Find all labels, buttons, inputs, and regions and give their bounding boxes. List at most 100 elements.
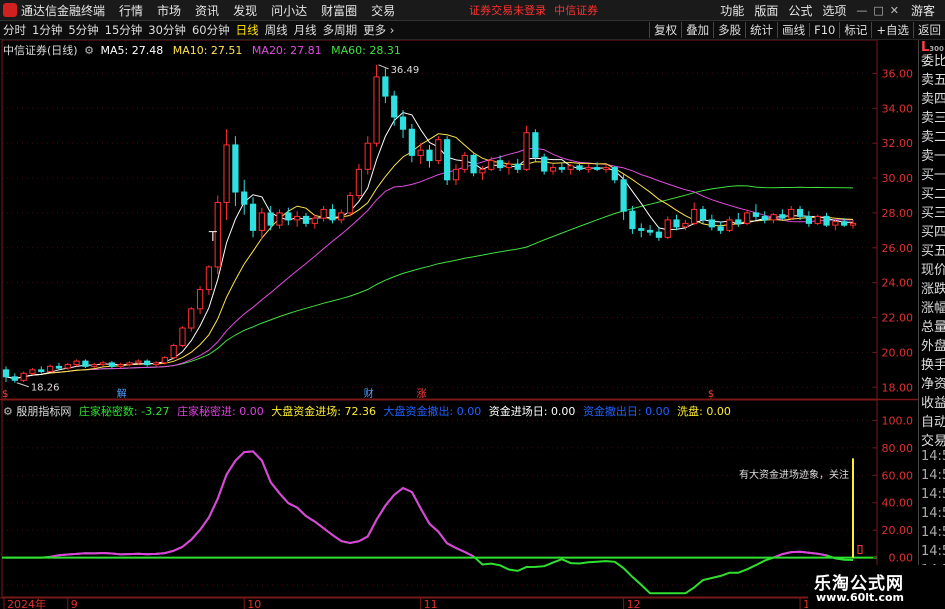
candle-body xyxy=(91,364,98,367)
low-pointer xyxy=(16,382,29,388)
menu-item-wealth[interactable]: 财富圈 xyxy=(321,2,357,19)
overlay-button[interactable]: 叠加 xyxy=(681,22,713,38)
candle-body xyxy=(417,149,424,156)
side-panel-label[interactable]: 自动 xyxy=(921,411,945,430)
candle-body xyxy=(496,160,504,169)
menu-item-ask[interactable]: 问小达 xyxy=(271,2,307,19)
side-panel-label[interactable]: 14:56 xyxy=(921,487,945,502)
side-panel-label[interactable]: 涨幅 xyxy=(921,297,945,316)
side-panel-label[interactable]: 买二 xyxy=(921,183,945,202)
side-panel-label[interactable]: 卖二 xyxy=(921,126,945,145)
candle-body xyxy=(664,219,671,238)
side-panel-label[interactable]: 现价 xyxy=(921,259,945,278)
candle-body xyxy=(523,132,530,170)
side-panel-label[interactable]: 14:56 xyxy=(921,525,945,540)
menu-bar: 通达信金融终端 行情 市场 资讯 发现 问小达 财富圈 交易 证券交易未登录 中… xyxy=(0,0,945,21)
y-tick-label: 20.00 xyxy=(882,346,914,359)
side-panel-label[interactable]: 涨跌 xyxy=(921,278,945,297)
add-watchlist-button[interactable]: +自选 xyxy=(871,22,913,38)
side-panel-label[interactable]: 14:56 xyxy=(921,468,945,483)
menu-item-discover[interactable]: 发现 xyxy=(233,2,257,19)
side-panel-label[interactable]: 卖一 xyxy=(921,145,945,164)
period-tab-daily[interactable]: 日线 xyxy=(236,22,259,38)
y-tick-label: 32.00 xyxy=(882,137,914,150)
stock-name[interactable]: 中信证券(日线) xyxy=(3,44,78,57)
app-logo-icon xyxy=(3,3,17,17)
candle-body xyxy=(408,128,415,156)
side-panel-label[interactable]: 换手 xyxy=(921,354,945,373)
candle-body xyxy=(691,208,698,224)
menu-item-layout[interactable]: 版面 xyxy=(754,2,778,19)
menu-item-trade[interactable]: 交易 xyxy=(371,2,395,19)
side-panel-label[interactable]: 收益 xyxy=(921,392,945,411)
candle-body xyxy=(285,212,292,221)
multi-stock-button[interactable]: 多股 xyxy=(713,22,745,38)
side-panel-label[interactable]: 14:56 xyxy=(921,506,945,521)
menu-item-quote[interactable]: 行情 xyxy=(119,2,143,19)
login-status[interactable]: 证券交易未登录 xyxy=(469,2,546,18)
period-tab-more[interactable]: 更多 › xyxy=(363,22,394,38)
window-controls: — □ ✕ xyxy=(856,4,899,17)
period-tab-weekly[interactable]: 周线 xyxy=(265,22,288,38)
candle-body xyxy=(461,154,468,170)
side-panel-label[interactable]: 买三 xyxy=(921,202,945,221)
candle-body xyxy=(805,215,813,224)
x-tick-label: 2024年 xyxy=(7,597,46,609)
close-icon[interactable]: ✕ xyxy=(890,4,899,17)
statistics-button[interactable]: 统计 xyxy=(745,22,777,38)
menu-item-market[interactable]: 市场 xyxy=(157,2,181,19)
candle-body xyxy=(426,149,433,162)
side-panel-label[interactable]: 14:56 xyxy=(921,544,945,559)
candle-body xyxy=(549,167,557,172)
side-panel-label[interactable]: 交易 xyxy=(921,430,945,449)
candle-body xyxy=(514,163,521,170)
side-panel-label[interactable]: 卖四 xyxy=(921,88,945,107)
candle-body xyxy=(682,222,689,228)
adjust-button[interactable]: 复权 xyxy=(649,22,681,38)
indicator-line-magenta xyxy=(49,450,827,559)
side-panel-label[interactable]: 外盘 xyxy=(921,335,945,354)
side-panel-label[interactable]: 卖五 xyxy=(921,69,945,88)
user-label[interactable]: 游客 xyxy=(911,2,935,19)
period-tab-monthly[interactable]: 月线 xyxy=(294,22,317,38)
menu-item-options[interactable]: 选项 xyxy=(822,2,846,19)
maximize-icon[interactable]: □ xyxy=(873,4,883,17)
candle-body xyxy=(329,208,336,221)
side-panel-label[interactable]: 总量 xyxy=(921,316,945,335)
y-tick-label: 40.00 xyxy=(882,497,914,510)
draw-line-button[interactable]: 画线 xyxy=(777,22,809,38)
candle-body xyxy=(355,168,363,196)
settings-icon[interactable]: ⚙ xyxy=(3,405,13,418)
side-panel-label[interactable]: 买一 xyxy=(921,164,945,183)
period-tab-5min[interactable]: 5分钟 xyxy=(68,22,98,38)
candle-body xyxy=(717,226,724,231)
period-tab-1min[interactable]: 1分钟 xyxy=(32,22,62,38)
minimize-icon[interactable]: — xyxy=(856,4,867,17)
indicator-name[interactable]: 殷朋指标网 xyxy=(16,405,71,418)
menu-item-formula[interactable]: 公式 xyxy=(788,2,812,19)
f10-button[interactable]: F10 xyxy=(809,23,839,37)
menu-item-function[interactable]: 功能 xyxy=(720,2,744,19)
settings-icon[interactable]: ⚙ xyxy=(84,44,94,57)
legend-item: 庄家秘密进: 0.00 xyxy=(177,405,264,418)
side-panel-label[interactable]: 卖三 xyxy=(921,107,945,126)
period-tab-intraday[interactable]: 分时 xyxy=(3,22,26,38)
menu-item-news[interactable]: 资讯 xyxy=(195,2,219,19)
period-tab-30min[interactable]: 30分钟 xyxy=(148,22,186,38)
candle-body xyxy=(64,364,71,369)
period-tab-60min[interactable]: 60分钟 xyxy=(192,22,230,38)
chart-area[interactable]: 有大资金进场迹象，关注 36.00 34.00 32.00 30.00 28.00 26.… xyxy=(0,40,918,609)
back-button[interactable]: 返回 xyxy=(913,22,945,38)
mark-button[interactable]: 标记 xyxy=(839,22,871,38)
period-tab-multi[interactable]: 多周期 xyxy=(323,22,358,38)
period-tab-15min[interactable]: 15分钟 xyxy=(105,22,143,38)
side-panel-label[interactable]: 买四 xyxy=(921,221,945,240)
side-panel-label[interactable]: 14:56 xyxy=(921,449,945,464)
candle-body xyxy=(382,76,389,97)
side-panel-label[interactable]: 净资 xyxy=(921,373,945,392)
side-panel-label[interactable]: 买五 xyxy=(921,240,945,259)
candle-body xyxy=(223,144,230,203)
candle-body xyxy=(311,217,318,224)
side-panel-label[interactable]: 委比 xyxy=(921,50,945,69)
broker-name: 中信证券 xyxy=(554,4,599,17)
